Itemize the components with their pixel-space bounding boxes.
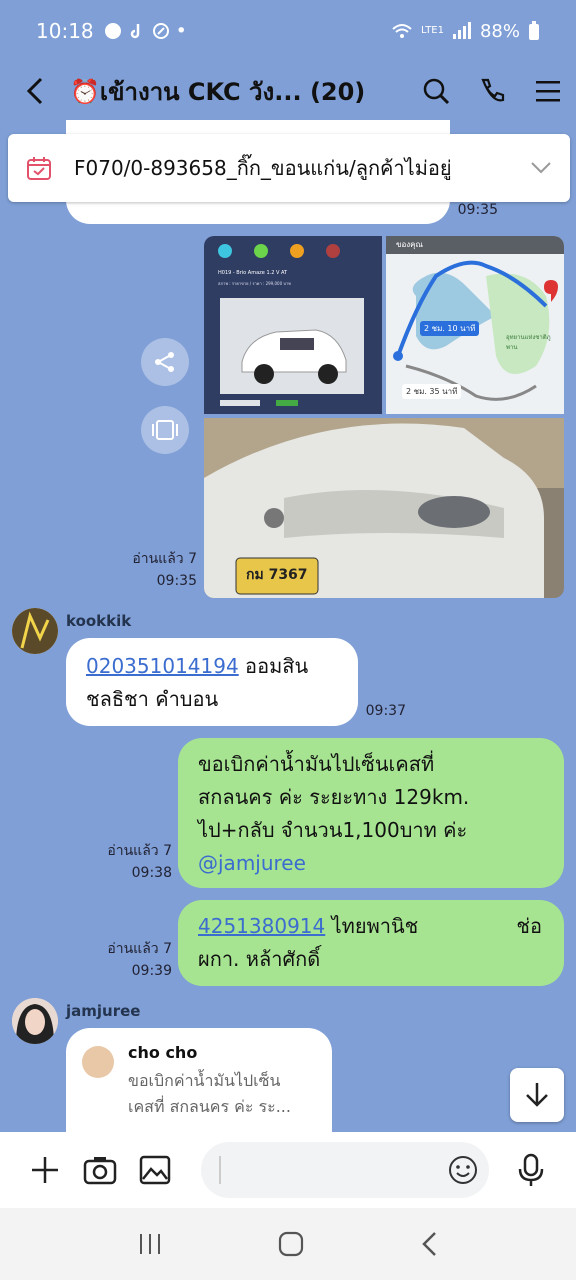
message-line: ไป+กลับ จำนวน1,100บาท ค่ะ: [198, 818, 468, 842]
message-bubble-own[interactable]: ขอเบิกค่าน้ำมันไปเซ็นเคสที่ สกลนคร ค่ะ ร…: [178, 738, 564, 888]
voice-button[interactable]: [503, 1142, 558, 1198]
image-album[interactable]: H019 - Brio Amaze 1.2 V AT สภาพ : ราคาขา…: [204, 236, 564, 598]
image-icon: [139, 1155, 171, 1185]
chat-title-text: ⏰เข้างาน CKC วัง...: [70, 77, 302, 106]
avatar-kookkik[interactable]: [12, 608, 58, 654]
photo-button[interactable]: [128, 1142, 183, 1198]
reply-preview-line1: ขอเบิกค่าน้ำมันไปเซ็น: [128, 1071, 281, 1090]
emoji-button[interactable]: [447, 1154, 479, 1190]
tiktok-notification-icon: [130, 24, 139, 39]
message-time: 09:35: [457, 202, 498, 218]
message-bubble[interactable]: 020351014194 ออมสิน ชลธิชา คำบอน: [66, 638, 358, 726]
battery-icon: [529, 21, 539, 40]
message-time: 09:37: [365, 703, 406, 719]
car-card-title: H019 - Brio Amaze 1.2 V AT: [218, 270, 288, 276]
card-footer-bar: [220, 400, 260, 406]
route-time-primary: 2 ชม. 10 นาที: [420, 321, 480, 336]
step-3-icon: [290, 244, 304, 258]
message-text: ออมสิน: [238, 654, 309, 678]
share-icon: [155, 352, 174, 372]
back-arrow-icon: [26, 77, 43, 105]
network-label: LTE1: [421, 25, 444, 36]
nav-back-icon[interactable]: [419, 1230, 439, 1258]
route-time-alt: 2 ชม. 35 นาที: [402, 384, 462, 399]
notification-icons: •: [104, 20, 187, 42]
home-icon[interactable]: [277, 1230, 305, 1258]
car-photo-white-honda: [220, 298, 364, 394]
step-4-icon: [326, 244, 340, 258]
text-cursor: [218, 1156, 221, 1184]
wifi-icon: [392, 24, 412, 38]
menu-button[interactable]: [520, 62, 576, 120]
search-icon: [423, 78, 450, 105]
calendar-icon: [27, 157, 51, 180]
read-receipt: อ่านแล้ว 7 09:39: [107, 941, 172, 979]
scroll-to-bottom-button[interactable]: [510, 1068, 564, 1122]
reply-sender: cho cho: [128, 1043, 198, 1062]
message-line: สกลนคร ค่ะ ระยะทาง 129km.: [198, 785, 470, 809]
line-notification-icon: [104, 23, 121, 39]
car-listing-image[interactable]: H019 - Brio Amaze 1.2 V AT สภาพ : ราคาขา…: [204, 236, 382, 414]
message-bubble-own[interactable]: 4251380914 ไทยพานิช ช่อ ผกา. หล้าศักดิ์: [178, 900, 564, 986]
arrow-down-icon: [526, 1083, 548, 1107]
gallery-view-button[interactable]: [141, 406, 189, 454]
more-notifications-dot: •: [175, 20, 187, 42]
read-receipt: อ่านแล้ว 7 09:38: [107, 843, 172, 881]
message-line: ผกา. หล้าศักดิ์: [198, 947, 321, 971]
member-count: (20): [309, 77, 366, 106]
message-text-line2: ชลธิชา คำบอน: [86, 687, 219, 711]
chat-title[interactable]: ⏰เข้างาน CKC วัง... (20): [70, 72, 408, 111]
step-icons: [218, 244, 340, 258]
compass-notification-icon: [152, 23, 169, 39]
read-receipt: อ่านแล้ว 7 09:35: [132, 551, 197, 589]
card-status-badge: [276, 400, 298, 406]
hamburger-menu-icon: [536, 81, 560, 102]
status-bar: 10:18 • LTE1 88%: [0, 0, 576, 62]
recent-apps-icon[interactable]: [137, 1232, 163, 1256]
step-2-icon: [254, 244, 268, 258]
message-line: ขอเบิกค่าน้ำมันไปเซ็นเคสที่: [198, 752, 435, 776]
camera-icon: [84, 1157, 117, 1185]
plus-icon: [32, 1157, 59, 1183]
camera-button[interactable]: [73, 1142, 128, 1198]
reply-preview-line2: เคสที่ สกลนคร ค่ะ ระ...: [128, 1097, 291, 1116]
pinned-text: F070/0-893658_กิ๊ก_ขอนแก่น/ลูกค้าไม่อยู่: [74, 156, 452, 180]
pinned-announcement[interactable]: F070/0-893658_กิ๊ก_ขอนแก่น/ลูกค้าไม่อยู่: [8, 134, 570, 202]
account-number-link[interactable]: 4251380914: [198, 914, 325, 938]
chevron-down-icon[interactable]: [530, 161, 552, 175]
battery-percent: 88%: [479, 20, 520, 42]
gallery-icon: [152, 420, 178, 440]
account-number-link[interactable]: 020351014194: [86, 654, 239, 678]
sender-name: jamjuree: [66, 1002, 141, 1020]
license-plate: กม 7367: [246, 567, 308, 583]
map-place-label: อุทยานแห่งชาติภูพาน: [506, 334, 551, 351]
message-input[interactable]: [200, 1142, 490, 1198]
sender-name: kookkik: [66, 612, 132, 630]
system-nav-bar: [0, 1208, 576, 1280]
reply-avatar: [82, 1046, 114, 1078]
call-button[interactable]: [464, 62, 520, 120]
message-bubble-reply[interactable]: cho cho ขอเบิกค่าน้ำมันไปเซ็น เคสที่ สกล…: [66, 1028, 332, 1132]
share-button[interactable]: [141, 338, 189, 386]
back-button[interactable]: [0, 62, 70, 120]
step-1-icon: [218, 244, 232, 258]
add-button[interactable]: [18, 1142, 73, 1198]
message-text: ไทยพานิช: [325, 914, 419, 938]
status-time: 10:18: [36, 19, 94, 43]
map-route-image[interactable]: ของคุณ 2 ชม. 10 นาที 2 ชม. 35 นาที อุทยา…: [386, 236, 564, 414]
message-composer: [0, 1132, 576, 1208]
toyota-car-photo[interactable]: กม 7367: [204, 418, 564, 598]
mention-link[interactable]: @jamjuree: [198, 851, 306, 875]
car-card-sub: สภาพ : ราคาขาย / ราคา : 299,000 บาท: [218, 281, 291, 286]
chat-header: ⏰เข้างาน CKC วัง... (20): [0, 62, 576, 120]
phone-icon: [481, 78, 505, 102]
search-button[interactable]: [408, 62, 464, 120]
microphone-icon: [518, 1153, 543, 1186]
emoji-icon: [449, 1156, 478, 1184]
message-text-right: ช่อ: [516, 914, 542, 938]
signal-icon: [452, 22, 471, 39]
avatar-jamjuree[interactable]: [12, 998, 58, 1044]
status-right: LTE1 88%: [391, 21, 540, 42]
